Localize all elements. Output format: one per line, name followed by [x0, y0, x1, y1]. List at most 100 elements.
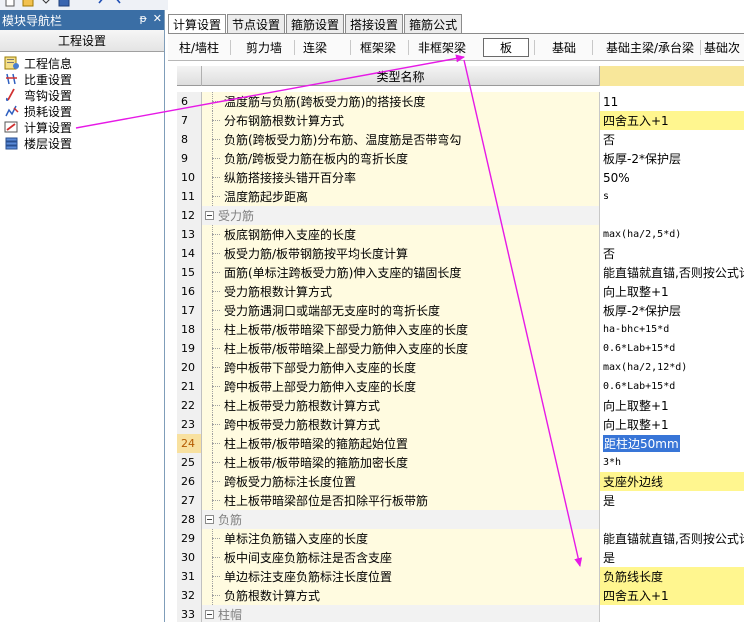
row-number[interactable]: 13 [177, 225, 202, 244]
table-row[interactable]: 20 跨中板带下部受力筋伸入支座的长度 max(ha/2,12*d) [177, 358, 744, 377]
nav-item-floor[interactable]: 楼层设置 [0, 135, 164, 151]
row-number[interactable]: 21 [177, 377, 202, 396]
table-row[interactable]: 21 跨中板带上部受力筋伸入支座的长度 0.6*Lab+15*d [177, 377, 744, 396]
setting-value-cell[interactable]: 向上取整+1 [600, 282, 744, 301]
table-row[interactable]: 15 面筋(单标注跨板受力筋)伸入支座的锚固长度 能直锚就直锚,否则按公式计 [177, 263, 744, 282]
subtab-coupling-beam[interactable]: 连梁 [298, 38, 332, 57]
subtab-frame-beam[interactable]: 框架梁 [356, 38, 400, 57]
setting-value-cell[interactable]: max(ha/2,5*d) [600, 225, 744, 244]
grid-header-name[interactable]: 类型名称 [202, 66, 600, 86]
nav-item-weight[interactable]: 比重设置 [0, 71, 164, 87]
collapse-toggle-icon[interactable] [205, 610, 214, 619]
setting-value-cell[interactable]: 50% [600, 168, 744, 187]
pin-icon[interactable]: ᵽ [139, 12, 146, 25]
row-number[interactable]: 32 [177, 586, 202, 605]
nav-item-calc[interactable]: 计算设置 [0, 119, 164, 135]
subtab-shear-wall[interactable]: 剪力墙 [238, 38, 290, 57]
setting-value-cell[interactable]: 向上取整+1 [600, 396, 744, 415]
table-row[interactable]: 23 跨中板带受力筋根数计算方式 向上取整+1 [177, 415, 744, 434]
setting-value-cell[interactable]: 是 [600, 491, 744, 510]
row-number[interactable]: 33 [177, 605, 202, 622]
collapse-toggle-icon[interactable] [205, 211, 214, 220]
subtab-foundation[interactable]: 基础 [546, 38, 582, 57]
table-row[interactable]: 17 受力筋遇洞口或端部无支座时的弯折长度 板厚-2*保护层 [177, 301, 744, 320]
row-number[interactable]: 14 [177, 244, 202, 263]
table-row[interactable]: 22 柱上板带受力筋根数计算方式 向上取整+1 [177, 396, 744, 415]
subtab-slab[interactable]: 板 [483, 38, 529, 57]
table-row[interactable]: 19 柱上板带/板带暗梁上部受力筋伸入支座的长度 0.6*Lab+15*d [177, 339, 744, 358]
row-number[interactable]: 18 [177, 320, 202, 339]
save-icon[interactable] [58, 0, 70, 7]
table-row[interactable]: 25 柱上板带/板带暗梁的箍筋加密长度 3*h [177, 453, 744, 472]
row-number[interactable]: 12 [177, 206, 202, 225]
grid-group-row[interactable]: 28 负筋 [177, 510, 744, 529]
row-number[interactable]: 8 [177, 130, 202, 149]
setting-value-cell[interactable]: 0.6*Lab+15*d [600, 377, 744, 396]
table-row[interactable]: 6 温度筋与负筋(跨板受力筋)的搭接长度 11 [177, 92, 744, 111]
row-number[interactable]: 10 [177, 168, 202, 187]
row-number[interactable]: 11 [177, 187, 202, 206]
row-number[interactable]: 16 [177, 282, 202, 301]
table-row[interactable]: 30 板中间支座负筋标注是否含支座 是 [177, 548, 744, 567]
row-number[interactable]: 17 [177, 301, 202, 320]
nav-group-header[interactable]: 工程设置 [0, 30, 164, 52]
tab-stirrup-settings[interactable]: 箍筋设置 [286, 14, 345, 33]
tab-lap-settings[interactable]: 搭接设置 [345, 14, 404, 33]
table-row[interactable]: 31 单边标注支座负筋标注长度位置 负筋线长度 [177, 567, 744, 586]
row-number[interactable]: 20 [177, 358, 202, 377]
grid-group-row[interactable]: 12 受力筋 [177, 206, 744, 225]
table-row[interactable]: 9 负筋/跨板受力筋在板内的弯折长度 板厚-2*保护层 [177, 149, 744, 168]
table-row[interactable]: 10 纵筋搭接接头错开百分率 50% [177, 168, 744, 187]
setting-value-cell[interactable]: ha-bhc+15*d [600, 320, 744, 339]
row-number[interactable]: 28 [177, 510, 202, 529]
undo-icon[interactable] [96, 0, 108, 7]
setting-value-cell[interactable] [600, 206, 744, 225]
collapse-toggle-icon[interactable] [205, 515, 214, 524]
row-number[interactable]: 25 [177, 453, 202, 472]
new-file-icon[interactable] [4, 0, 16, 7]
table-row[interactable]: 16 受力筋根数计算方式 向上取整+1 [177, 282, 744, 301]
setting-value-cell[interactable]: 11 [600, 92, 744, 111]
tab-stirrup-formula[interactable]: 箍筋公式 [404, 14, 463, 33]
setting-value-cell[interactable]: 否 [600, 130, 744, 149]
row-number[interactable]: 6 [177, 92, 202, 111]
setting-value-cell[interactable]: 否 [600, 244, 744, 263]
setting-value-cell[interactable] [600, 510, 744, 529]
setting-value-cell[interactable]: 四舍五入+1 [600, 111, 744, 130]
table-row[interactable]: 24 柱上板带/板带暗梁的箍筋起始位置 距柱边50mm [177, 434, 744, 453]
row-number[interactable]: 29 [177, 529, 202, 548]
row-number[interactable]: 9 [177, 149, 202, 168]
setting-value-cell[interactable]: 能直锚就直锚,否则按公式计 [600, 263, 744, 282]
grid-header-value[interactable] [600, 66, 744, 86]
setting-value-cell[interactable]: 支座外边线 [600, 472, 744, 491]
nav-item-project-info[interactable]: 工程信息 [0, 55, 164, 71]
subtab-foundation-secondary[interactable]: 基础次 [704, 38, 744, 57]
open-folder-icon[interactable] [22, 0, 34, 7]
setting-value-cell[interactable]: 是 [600, 548, 744, 567]
table-row[interactable]: 11 温度筋起步距离 s [177, 187, 744, 206]
subtab-column[interactable]: 柱/墙柱 [174, 38, 224, 57]
table-row[interactable]: 13 板底钢筋伸入支座的长度 max(ha/2,5*d) [177, 225, 744, 244]
setting-value-cell[interactable]: 板厚-2*保护层 [600, 301, 744, 320]
table-row[interactable]: 7 分布钢筋根数计算方式 四舍五入+1 [177, 111, 744, 130]
redo-icon[interactable] [112, 0, 124, 7]
row-number[interactable]: 27 [177, 491, 202, 510]
table-row[interactable]: 8 负筋(跨板受力筋)分布筋、温度筋是否带弯勾 否 [177, 130, 744, 149]
subtab-foundation-main-beam[interactable]: 基础主梁/承台梁 [600, 38, 700, 57]
subtab-non-frame-beam[interactable]: 非框架梁 [414, 38, 470, 57]
setting-value-cell[interactable]: 向上取整+1 [600, 415, 744, 434]
setting-value-cell[interactable]: max(ha/2,12*d) [600, 358, 744, 377]
row-number[interactable]: 24 [177, 434, 202, 453]
row-number[interactable]: 15 [177, 263, 202, 282]
setting-value-cell[interactable]: 距柱边50mm [600, 434, 744, 453]
row-number[interactable]: 22 [177, 396, 202, 415]
row-number[interactable]: 19 [177, 339, 202, 358]
dropdown-arrow-icon[interactable] [40, 0, 52, 7]
setting-value-cell[interactable]: 板厚-2*保护层 [600, 149, 744, 168]
nav-item-loss[interactable]: 损耗设置 [0, 103, 164, 119]
setting-value-cell[interactable]: 3*h [600, 453, 744, 472]
setting-value-cell[interactable]: 0.6*Lab+15*d [600, 339, 744, 358]
table-row[interactable]: 29 单标注负筋锚入支座的长度 能直锚就直锚,否则按公式计 [177, 529, 744, 548]
table-row[interactable]: 14 板受力筋/板带钢筋按平均长度计算 否 [177, 244, 744, 263]
grid-group-row[interactable]: 33 柱帽 [177, 605, 744, 622]
